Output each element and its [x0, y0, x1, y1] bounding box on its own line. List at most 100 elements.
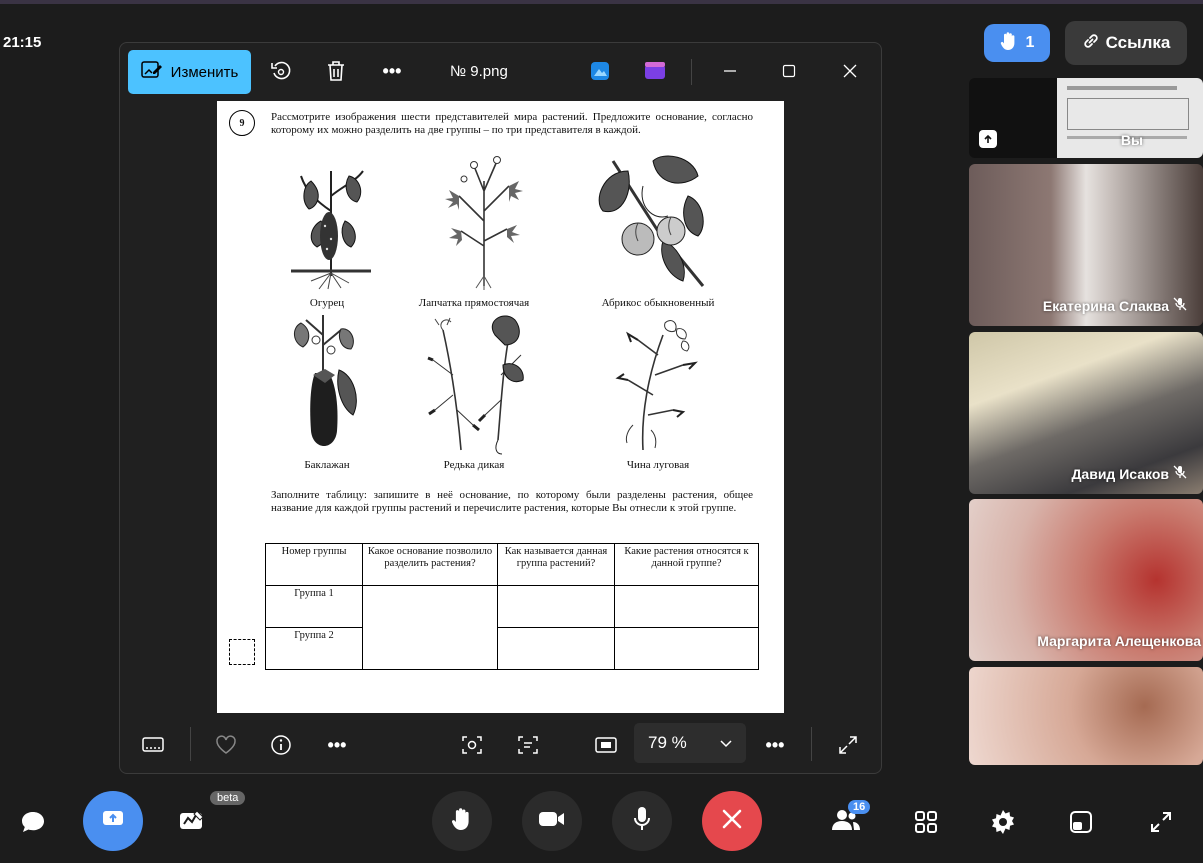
clock: 21:15 [3, 34, 42, 51]
apricot-plant-icon [598, 155, 705, 287]
meadow-pea-plant-icon [615, 320, 698, 451]
share-screen-icon [101, 809, 125, 834]
toolbar-divider [691, 59, 692, 85]
table-header: Какое основание позволило разделить раст… [362, 543, 498, 586]
whiteboard-icon [177, 807, 207, 838]
document-page: 9 Рассмотрите изображения шести представ… [217, 101, 784, 713]
viewer-bottom-bar: ••• 79 % ••• [120, 713, 881, 773]
participant-name: Маргарита Алещенкова [1037, 633, 1201, 649]
raise-hand-button[interactable] [432, 791, 492, 851]
table-cell [614, 627, 759, 670]
bar-divider [190, 727, 191, 761]
chat-icon[interactable] [15, 804, 51, 840]
participant-tile[interactable]: Маргарита Алещенкова [969, 499, 1203, 661]
more-options-icon[interactable]: ••• [378, 57, 406, 85]
viewer-toolbar: Изменить ••• № 9.png [120, 43, 881, 101]
hand-icon [451, 806, 473, 837]
zoom-value: 79 % [648, 733, 687, 752]
filmstrip-icon[interactable] [139, 731, 167, 759]
plant-label: Абрикос обыкновенный [601, 297, 715, 309]
picture-in-picture-icon[interactable] [1063, 804, 1099, 840]
question-number: 9 [229, 110, 255, 136]
plant-label: Баклажан [304, 459, 350, 471]
rotate-icon[interactable] [267, 57, 295, 85]
share-screen-button[interactable] [83, 791, 143, 851]
table-header: Как называется данная группа растений? [497, 543, 615, 586]
upload-icon [979, 130, 997, 148]
table-cell [497, 627, 615, 670]
plant-label: Чина луговая [626, 459, 690, 471]
table-cell [497, 585, 615, 628]
more-options-icon[interactable]: ••• [761, 731, 789, 759]
settings-gear-icon[interactable] [985, 804, 1021, 840]
visual-search-icon[interactable] [458, 731, 486, 759]
raised-hands-count: 1 [1025, 34, 1035, 51]
raised-hands-button[interactable]: 1 [984, 24, 1050, 62]
file-name: № 9.png [450, 63, 508, 80]
cucumber-plant-icon [291, 170, 371, 290]
participant-tile[interactable]: Давид Исаков [969, 332, 1203, 494]
mic-muted-icon [1173, 465, 1187, 482]
microphone-button[interactable] [612, 791, 672, 851]
participant-name-label: Давид Исаков [1071, 465, 1187, 482]
edit-image-icon [140, 60, 163, 84]
cinquefoil-plant-icon [445, 156, 523, 290]
participant-tile[interactable] [969, 667, 1203, 765]
fill-instruction: Заполните таблицу: запишите в неё основа… [271, 489, 753, 514]
maximize-icon[interactable] [775, 57, 803, 85]
plant-label: Лапчатка прямостоячая [418, 297, 530, 309]
edit-label: Изменить [170, 63, 239, 81]
heart-icon[interactable] [212, 731, 240, 759]
image-canvas: 9 Рассмотрите изображения шести представ… [120, 101, 881, 713]
table-header: Какие растения относятся к данной группе… [614, 543, 759, 586]
answer-box [229, 639, 255, 665]
edit-button[interactable]: Изменить [128, 50, 251, 94]
photos-app-icon[interactable] [586, 57, 614, 85]
beta-badge: beta [210, 791, 246, 805]
link-icon [1082, 32, 1100, 55]
whiteboard-button[interactable] [174, 804, 210, 840]
close-icon[interactable] [836, 57, 864, 85]
hang-up-button[interactable] [702, 791, 762, 851]
wild-radish-plant-icon [427, 315, 524, 455]
table-header: Номер группы [265, 543, 363, 586]
hand-icon [1000, 31, 1018, 56]
close-icon [722, 809, 742, 834]
plant-label: Редька дикая [443, 459, 505, 471]
photo-viewer-window: Изменить ••• № 9.png 9 Рассмотрите изобр… [119, 42, 882, 774]
participant-name-label: Екатерина Слаква [1043, 297, 1187, 314]
table-cell [614, 585, 759, 628]
clipchamp-icon[interactable] [641, 57, 669, 85]
minimize-icon[interactable] [716, 57, 744, 85]
delete-icon[interactable] [322, 57, 350, 85]
more-options-icon[interactable]: ••• [323, 731, 351, 759]
info-icon[interactable] [267, 731, 295, 759]
text-extract-icon[interactable] [514, 731, 542, 759]
eggplant-plant-icon [294, 315, 357, 446]
group-label: Группа 2 [265, 627, 363, 670]
camera-button[interactable] [522, 791, 582, 851]
participant-tile[interactable]: Екатерина Слаква [969, 164, 1203, 326]
bar-divider [811, 727, 812, 761]
top-border [0, 0, 1203, 4]
participant-name: Екатерина Слаква [1042, 297, 1169, 314]
participants-count-badge: 16 [848, 800, 871, 814]
participant-name: Давид Исаков [1071, 465, 1169, 482]
question-text: Рассмотрите изображения шести представит… [271, 111, 753, 136]
zoom-dropdown[interactable]: 79 % [634, 723, 746, 763]
plant-label: Огурец [309, 297, 345, 309]
table-cell [362, 585, 498, 670]
actual-size-icon[interactable] [592, 731, 620, 759]
group-label: Группа 1 [265, 585, 363, 628]
link-button[interactable]: Ссылка [1065, 21, 1187, 65]
participant-name: Вы [1120, 132, 1143, 148]
link-label: Ссылка [1105, 33, 1171, 52]
layout-grid-icon[interactable] [908, 804, 944, 840]
expand-icon[interactable] [1143, 804, 1179, 840]
mic-muted-icon [1173, 297, 1187, 314]
answer-table: Номер группы Какое основание позволило р… [265, 543, 759, 670]
participant-tile-self[interactable]: Вы [969, 78, 1203, 158]
camera-icon [538, 809, 566, 834]
fullscreen-icon[interactable] [834, 731, 862, 759]
chevron-down-icon [720, 733, 732, 753]
